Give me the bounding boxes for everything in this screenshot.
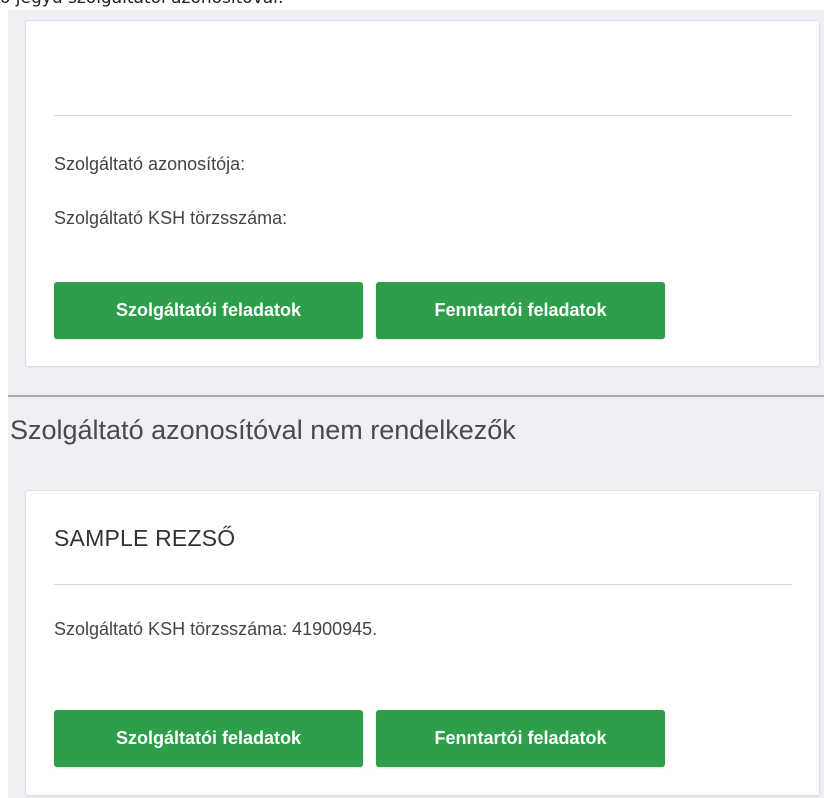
card-title: SAMPLE REZSŐ [54, 525, 236, 551]
provider-tasks-button[interactable]: Szolgáltatói feladatok [54, 282, 363, 339]
maintainer-tasks-button[interactable]: Fenntartói feladatok [376, 710, 665, 767]
provider-id-label: Szolgáltató azonosítója: [54, 154, 246, 174]
ksh-number-text: Szolgáltató KSH törzsszáma: 41900945. [54, 619, 378, 639]
maintainer-tasks-button[interactable]: Fenntartói feladatok [376, 282, 665, 339]
ksh-number-label: Szolgáltató KSH törzsszáma: [54, 208, 288, 228]
section-heading: Szolgáltató azonosítóval nem rendelkezők [10, 415, 516, 445]
provider-tasks-button[interactable]: Szolgáltatói feladatok [54, 710, 363, 767]
clipped-heading-text: ó jegyű szolgáltatói azonosítóval: [0, 0, 284, 8]
provider-card: SAMPLE REZSŐ Szolgáltató KSH törzsszáma:… [25, 490, 820, 796]
card-divider [54, 115, 792, 116]
section-divider [8, 395, 824, 397]
provider-panel: Szolgáltató azonosítója: Szolgáltató KSH… [8, 10, 824, 798]
provider-card: Szolgáltató azonosítója: Szolgáltató KSH… [25, 20, 820, 367]
card-divider [54, 584, 792, 585]
clipped-heading: ó jegyű szolgáltatói azonosítóval: [0, 0, 824, 10]
